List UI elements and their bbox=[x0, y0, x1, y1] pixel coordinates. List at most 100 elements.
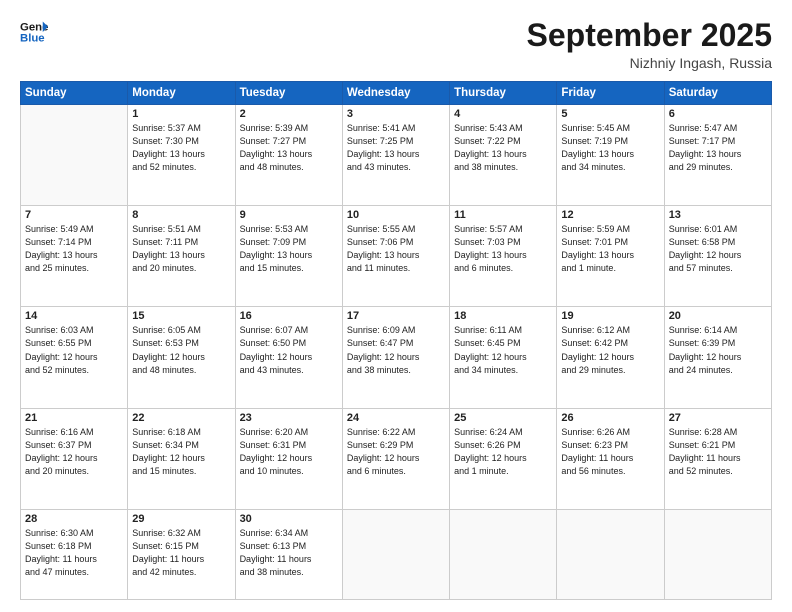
day-number: 4 bbox=[454, 108, 552, 120]
day-number: 2 bbox=[240, 108, 338, 120]
day-detail: Sunrise: 6:22 AMSunset: 6:29 PMDaylight:… bbox=[347, 426, 445, 478]
table-row: 16 Sunrise: 6:07 AMSunset: 6:50 PMDayligh… bbox=[235, 307, 342, 408]
table-row: 1 Sunrise: 5:37 AMSunset: 7:30 PMDaylight… bbox=[128, 105, 235, 206]
day-number: 25 bbox=[454, 412, 552, 424]
svg-text:Blue: Blue bbox=[20, 33, 45, 45]
table-row: 4 Sunrise: 5:43 AMSunset: 7:22 PMDaylight… bbox=[450, 105, 557, 206]
day-detail: Sunrise: 6:12 AMSunset: 6:42 PMDaylight:… bbox=[561, 324, 659, 376]
table-row: 6Sunrise: 5:47 AMSunset: 7:17 PMDaylight… bbox=[664, 105, 771, 206]
day-detail: Sunrise: 6:34 AMSunset: 6:13 PMDaylight:… bbox=[240, 527, 338, 579]
table-row bbox=[342, 509, 449, 599]
table-row: 3Sunrise: 5:41 AMSunset: 7:25 PMDaylight… bbox=[342, 105, 449, 206]
calendar-week-row: 28 Sunrise: 6:30 AMSunset: 6:18 PMDayligh… bbox=[21, 509, 772, 599]
day-number: 12 bbox=[561, 209, 659, 221]
day-detail: Sunrise: 6:05 AMSunset: 6:53 PMDaylight:… bbox=[132, 324, 230, 376]
day-detail: Sunrise: 5:59 AMSunset: 7:01 PMDaylight:… bbox=[561, 223, 659, 275]
col-thursday: Thursday bbox=[450, 82, 557, 105]
day-number: 27 bbox=[669, 412, 767, 424]
table-row: 24 Sunrise: 6:22 AMSunset: 6:29 PMDayligh… bbox=[342, 408, 449, 509]
header: General Blue September 2025 Nizhniy Inga… bbox=[20, 18, 772, 71]
day-detail: Sunrise: 5:53 AMSunset: 7:09 PMDaylight:… bbox=[240, 223, 338, 275]
day-number: 8 bbox=[132, 209, 230, 221]
table-row: 19 Sunrise: 6:12 AMSunset: 6:42 PMDayligh… bbox=[557, 307, 664, 408]
day-number: 23 bbox=[240, 412, 338, 424]
table-row bbox=[450, 509, 557, 599]
day-detail: Sunrise: 6:16 AMSunset: 6:37 PMDaylight:… bbox=[25, 426, 123, 478]
col-saturday: Saturday bbox=[664, 82, 771, 105]
table-row: 27 Sunrise: 6:28 AMSunset: 6:21 PMDayligh… bbox=[664, 408, 771, 509]
calendar-week-row: 14Sunrise: 6:03 AMSunset: 6:55 PMDayligh… bbox=[21, 307, 772, 408]
day-detail: Sunrise: 5:45 AMSunset: 7:19 PMDaylight:… bbox=[561, 122, 659, 174]
calendar-table: Sunday Monday Tuesday Wednesday Thursday… bbox=[20, 81, 772, 600]
day-number: 26 bbox=[561, 412, 659, 424]
table-row bbox=[21, 105, 128, 206]
calendar-week-row: 1 Sunrise: 5:37 AMSunset: 7:30 PMDaylight… bbox=[21, 105, 772, 206]
day-number: 20 bbox=[669, 310, 767, 322]
day-number: 17 bbox=[347, 310, 445, 322]
table-row: 13Sunrise: 6:01 AMSunset: 6:58 PMDayligh… bbox=[664, 206, 771, 307]
day-detail: Sunrise: 5:37 AMSunset: 7:30 PMDaylight:… bbox=[132, 122, 230, 174]
day-number: 5 bbox=[561, 108, 659, 120]
day-detail: Sunrise: 5:57 AMSunset: 7:03 PMDaylight:… bbox=[454, 223, 552, 275]
day-detail: Sunrise: 6:09 AMSunset: 6:47 PMDaylight:… bbox=[347, 324, 445, 376]
day-number: 24 bbox=[347, 412, 445, 424]
table-row: 10Sunrise: 5:55 AMSunset: 7:06 PMDayligh… bbox=[342, 206, 449, 307]
calendar-header-row: Sunday Monday Tuesday Wednesday Thursday… bbox=[21, 82, 772, 105]
day-number: 29 bbox=[132, 513, 230, 525]
day-detail: Sunrise: 6:01 AMSunset: 6:58 PMDaylight:… bbox=[669, 223, 767, 275]
table-row: 8 Sunrise: 5:51 AMSunset: 7:11 PMDaylight… bbox=[128, 206, 235, 307]
day-number: 16 bbox=[240, 310, 338, 322]
logo-icon: General Blue bbox=[20, 18, 48, 46]
day-number: 9 bbox=[240, 209, 338, 221]
day-number: 3 bbox=[347, 108, 445, 120]
day-detail: Sunrise: 6:30 AMSunset: 6:18 PMDaylight:… bbox=[25, 527, 123, 579]
day-number: 28 bbox=[25, 513, 123, 525]
day-detail: Sunrise: 6:07 AMSunset: 6:50 PMDaylight:… bbox=[240, 324, 338, 376]
logo: General Blue bbox=[20, 18, 48, 46]
day-number: 19 bbox=[561, 310, 659, 322]
table-row: 7Sunrise: 5:49 AMSunset: 7:14 PMDaylight… bbox=[21, 206, 128, 307]
page: General Blue September 2025 Nizhniy Inga… bbox=[0, 0, 792, 612]
day-detail: Sunrise: 6:03 AMSunset: 6:55 PMDaylight:… bbox=[25, 324, 123, 376]
table-row: 20 Sunrise: 6:14 AMSunset: 6:39 PMDayligh… bbox=[664, 307, 771, 408]
day-number: 1 bbox=[132, 108, 230, 120]
day-detail: Sunrise: 6:11 AMSunset: 6:45 PMDaylight:… bbox=[454, 324, 552, 376]
table-row bbox=[557, 509, 664, 599]
month-title: September 2025 bbox=[527, 18, 772, 53]
table-row: 25Sunrise: 6:24 AMSunset: 6:26 PMDayligh… bbox=[450, 408, 557, 509]
calendar-body: 1 Sunrise: 5:37 AMSunset: 7:30 PMDaylight… bbox=[21, 105, 772, 600]
table-row: 2 Sunrise: 5:39 AMSunset: 7:27 PMDaylight… bbox=[235, 105, 342, 206]
day-detail: Sunrise: 5:51 AMSunset: 7:11 PMDaylight:… bbox=[132, 223, 230, 275]
day-detail: Sunrise: 6:26 AMSunset: 6:23 PMDaylight:… bbox=[561, 426, 659, 478]
day-number: 18 bbox=[454, 310, 552, 322]
day-detail: Sunrise: 6:14 AMSunset: 6:39 PMDaylight:… bbox=[669, 324, 767, 376]
day-number: 21 bbox=[25, 412, 123, 424]
day-detail: Sunrise: 5:39 AMSunset: 7:27 PMDaylight:… bbox=[240, 122, 338, 174]
table-row: 22Sunrise: 6:18 AMSunset: 6:34 PMDayligh… bbox=[128, 408, 235, 509]
day-number: 30 bbox=[240, 513, 338, 525]
day-number: 22 bbox=[132, 412, 230, 424]
day-detail: Sunrise: 5:43 AMSunset: 7:22 PMDaylight:… bbox=[454, 122, 552, 174]
table-row: 23Sunrise: 6:20 AMSunset: 6:31 PMDayligh… bbox=[235, 408, 342, 509]
col-friday: Friday bbox=[557, 82, 664, 105]
table-row: 9 Sunrise: 5:53 AMSunset: 7:09 PMDaylight… bbox=[235, 206, 342, 307]
table-row: 30 Sunrise: 6:34 AMSunset: 6:13 PMDayligh… bbox=[235, 509, 342, 599]
table-row: 28 Sunrise: 6:30 AMSunset: 6:18 PMDayligh… bbox=[21, 509, 128, 599]
table-row: 26 Sunrise: 6:26 AMSunset: 6:23 PMDayligh… bbox=[557, 408, 664, 509]
table-row: 29 Sunrise: 6:32 AMSunset: 6:15 PMDayligh… bbox=[128, 509, 235, 599]
title-block: September 2025 Nizhniy Ingash, Russia bbox=[527, 18, 772, 71]
day-detail: Sunrise: 6:32 AMSunset: 6:15 PMDaylight:… bbox=[132, 527, 230, 579]
day-number: 6 bbox=[669, 108, 767, 120]
table-row: 15 Sunrise: 6:05 AMSunset: 6:53 PMDayligh… bbox=[128, 307, 235, 408]
day-number: 15 bbox=[132, 310, 230, 322]
table-row: 21 Sunrise: 6:16 AMSunset: 6:37 PMDayligh… bbox=[21, 408, 128, 509]
table-row: 5 Sunrise: 5:45 AMSunset: 7:19 PMDaylight… bbox=[557, 105, 664, 206]
table-row: 14Sunrise: 6:03 AMSunset: 6:55 PMDayligh… bbox=[21, 307, 128, 408]
col-monday: Monday bbox=[128, 82, 235, 105]
day-number: 11 bbox=[454, 209, 552, 221]
table-row bbox=[664, 509, 771, 599]
calendar-week-row: 21 Sunrise: 6:16 AMSunset: 6:37 PMDayligh… bbox=[21, 408, 772, 509]
day-detail: Sunrise: 5:49 AMSunset: 7:14 PMDaylight:… bbox=[25, 223, 123, 275]
day-detail: Sunrise: 6:28 AMSunset: 6:21 PMDaylight:… bbox=[669, 426, 767, 478]
col-wednesday: Wednesday bbox=[342, 82, 449, 105]
